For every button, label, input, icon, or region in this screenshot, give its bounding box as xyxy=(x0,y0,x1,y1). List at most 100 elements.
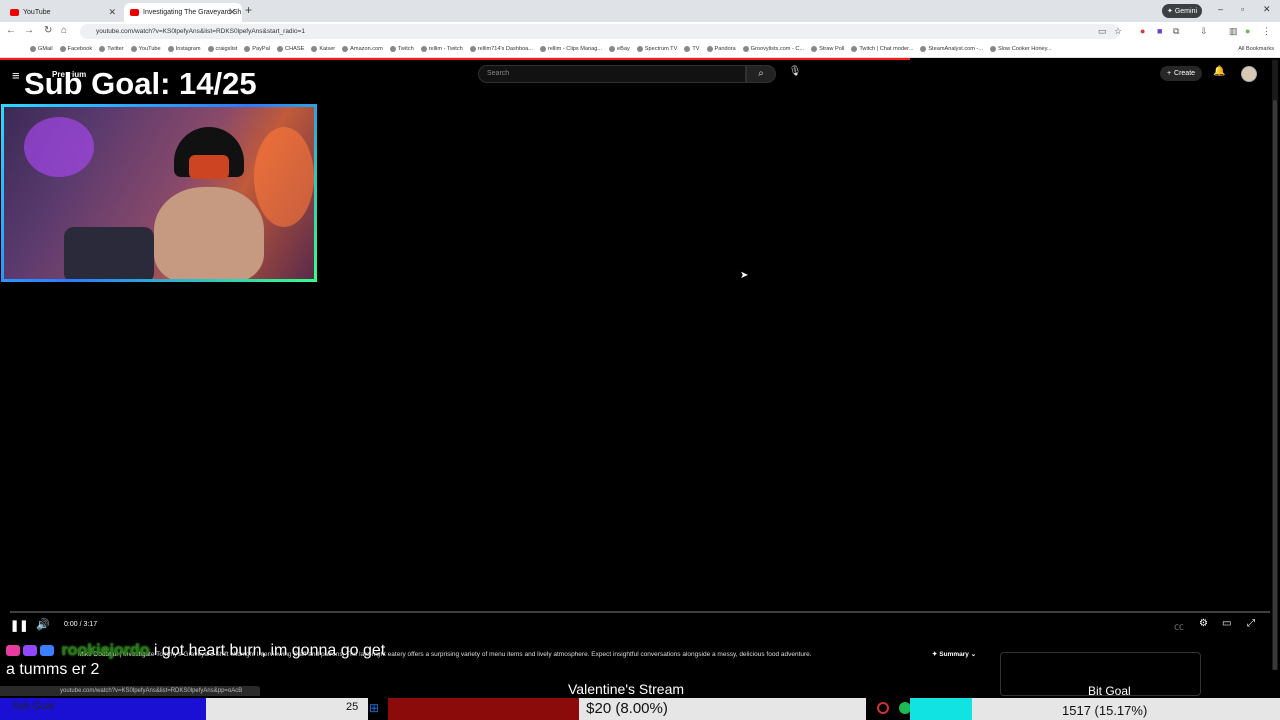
bookmark-item[interactable]: YouTube xyxy=(130,46,161,52)
create-button[interactable]: + Create xyxy=(1160,66,1202,81)
all-bookmarks-button[interactable]: All Bookmarks xyxy=(1238,46,1280,52)
valentine-stream-label: Valentine's Stream xyxy=(568,681,685,697)
bookmark-favicon-icon xyxy=(636,46,643,52)
video-progress-bar[interactable] xyxy=(10,611,1270,613)
page-load-bar xyxy=(0,58,910,60)
close-tab-icon[interactable]: ✕ xyxy=(108,7,116,18)
new-tab-button[interactable]: + xyxy=(245,3,252,17)
bookmark-item[interactable]: Facebook xyxy=(59,46,92,52)
search-input[interactable]: Search xyxy=(478,65,746,83)
chrome-tray-icon[interactable] xyxy=(877,702,889,714)
gemini-button[interactable]: ✦ Gemini xyxy=(1162,4,1202,18)
bookmark-item[interactable]: craigslist xyxy=(207,46,237,52)
webcam-desk xyxy=(64,227,154,279)
maximize-icon[interactable]: ▫ xyxy=(1241,4,1244,14)
chat-message: rookiejordo i got heart burn, im gonna g… xyxy=(6,641,386,679)
webcam-cap-logo xyxy=(189,155,229,179)
theater-mode-icon[interactable]: ▭ xyxy=(1222,618,1231,629)
install-icon[interactable]: ▭ xyxy=(1098,26,1107,37)
bookmark-item[interactable]: TV xyxy=(684,46,700,52)
tab-label: Investigating The Graveyard Sh xyxy=(143,9,242,16)
bookmark-item[interactable]: Spectrum TV xyxy=(636,46,677,52)
profile-icon[interactable]: ● xyxy=(1245,26,1250,36)
mouse-cursor-icon: ➤ xyxy=(740,270,749,281)
extension-record-icon[interactable]: ● xyxy=(1140,26,1145,36)
bookmark-label: rellim714's Dashboa... xyxy=(477,46,533,52)
bit-goal-bar-fill xyxy=(910,698,972,720)
captions-icon[interactable]: ㏄ xyxy=(1174,618,1184,633)
bookmark-favicon-icon xyxy=(420,46,427,52)
search-icon[interactable]: ⌕ xyxy=(746,65,776,83)
summary-button[interactable]: ✦ Summary ⌄ xyxy=(932,650,976,658)
webcam-face xyxy=(154,187,264,279)
bookmark-item[interactable]: Instagram xyxy=(167,46,201,52)
bookmark-favicon-icon xyxy=(59,46,66,52)
sub-goal-title: Sub Goal: 14/25 xyxy=(24,66,257,101)
fullscreen-icon[interactable]: ⤢ xyxy=(1247,618,1255,629)
extensions-icon[interactable]: ⧉ xyxy=(1173,26,1179,37)
bookmark-label: SteamAnalyst.com -... xyxy=(928,46,984,52)
home-icon[interactable]: ⌂ xyxy=(61,25,67,36)
pause-icon[interactable]: ❚❚ xyxy=(10,619,28,632)
close-tab-icon[interactable]: ✕ xyxy=(228,7,236,18)
menu-kebab-icon[interactable]: ⋮ xyxy=(1262,26,1271,37)
bookmark-favicon-icon xyxy=(277,46,284,52)
bookmark-item[interactable]: rellim - Clips Manag... xyxy=(539,46,602,52)
close-window-icon[interactable]: ✕ xyxy=(1263,4,1271,15)
bookmark-favicon-icon xyxy=(389,46,396,52)
bookmark-item[interactable]: Twitter xyxy=(99,46,124,52)
bookmark-item[interactable]: CHASE xyxy=(277,46,304,52)
bookmark-item[interactable]: Slow Cooker Honey... xyxy=(990,46,1052,52)
plus-icon: + xyxy=(1166,70,1172,77)
bookmark-favicon-icon xyxy=(99,46,106,52)
bookmark-label: PayPal xyxy=(252,46,271,52)
bit-goal-bar-label: 1517 (15.17%) xyxy=(1062,703,1148,718)
create-label: Create xyxy=(1174,70,1196,77)
summary-label: Summary xyxy=(939,651,969,658)
video-time: 0:00 / 3:17 xyxy=(64,621,98,628)
side-panel-icon[interactable]: ▥ xyxy=(1229,26,1238,37)
sub-goal-bar-label: Sub Goal xyxy=(12,701,54,712)
bookmark-item[interactable]: Groovylists.com - C... xyxy=(742,46,804,52)
forward-icon[interactable]: → xyxy=(24,25,34,36)
bookmark-item[interactable]: Straw Poll xyxy=(811,46,844,52)
bookmark-favicon-icon xyxy=(706,46,713,52)
bookmark-item[interactable]: Kaiser xyxy=(311,46,335,52)
bookmark-favicon-icon xyxy=(539,46,546,52)
notifications-bell-icon[interactable]: 🔔 xyxy=(1213,66,1225,77)
bookmark-item[interactable]: Amazon.com xyxy=(342,46,383,52)
bookmark-item[interactable]: Pandora xyxy=(706,46,736,52)
youtube-favicon-icon xyxy=(130,9,139,16)
bookmark-favicon-icon xyxy=(920,46,927,52)
bookmark-star-icon[interactable]: ☆ xyxy=(1114,26,1122,37)
minimize-icon[interactable]: – xyxy=(1218,4,1223,14)
bookmark-item[interactable]: Twitch | Chat moder... xyxy=(851,46,913,52)
bookmark-item[interactable]: eBay xyxy=(609,46,630,52)
tab-youtube[interactable]: YouTube ✕ xyxy=(4,3,122,22)
bookmark-item[interactable]: rellim714's Dashboa... xyxy=(469,46,533,52)
bookmark-favicon-icon xyxy=(342,46,349,52)
bookmark-item[interactable]: GMail xyxy=(30,46,53,52)
bookmark-item[interactable]: PayPal xyxy=(244,46,270,52)
volume-icon[interactable]: 🔊 xyxy=(36,618,50,631)
back-icon[interactable]: ← xyxy=(6,25,16,36)
bookmark-item[interactable]: SteamAnalyst.com -... xyxy=(920,46,983,52)
menu-icon[interactable]: ≡ xyxy=(12,68,20,83)
downloads-icon[interactable]: ⇩ xyxy=(1200,26,1208,37)
status-bar-url: youtube.com/watch?v=KS0lpefyAns&list=RDK… xyxy=(0,686,260,696)
bookmark-favicon-icon xyxy=(851,46,858,52)
address-bar[interactable]: youtube.com/watch?v=KS0lpefyAns&list=RDK… xyxy=(80,24,1120,39)
tab-video[interactable]: Investigating The Graveyard Sh ✕ xyxy=(124,3,242,22)
twitch-extension-icon[interactable]: ■ xyxy=(1157,26,1162,36)
avatar[interactable] xyxy=(1241,66,1257,82)
bookmark-label: CHASE xyxy=(285,46,305,52)
bookmark-label: Twitch xyxy=(397,46,414,52)
bookmark-item[interactable]: rellim - Twitch xyxy=(420,46,463,52)
windows-start-icon[interactable]: ⊞ xyxy=(369,702,381,714)
settings-gear-icon[interactable]: ⚙ xyxy=(1199,618,1208,629)
scrollbar-thumb[interactable] xyxy=(1273,100,1277,670)
bookmark-item[interactable]: Twitch xyxy=(389,46,414,52)
microphone-icon[interactable]: 🎙 xyxy=(786,66,804,82)
reload-icon[interactable]: ↻ xyxy=(44,25,52,36)
bookmark-label: TV xyxy=(692,46,700,52)
